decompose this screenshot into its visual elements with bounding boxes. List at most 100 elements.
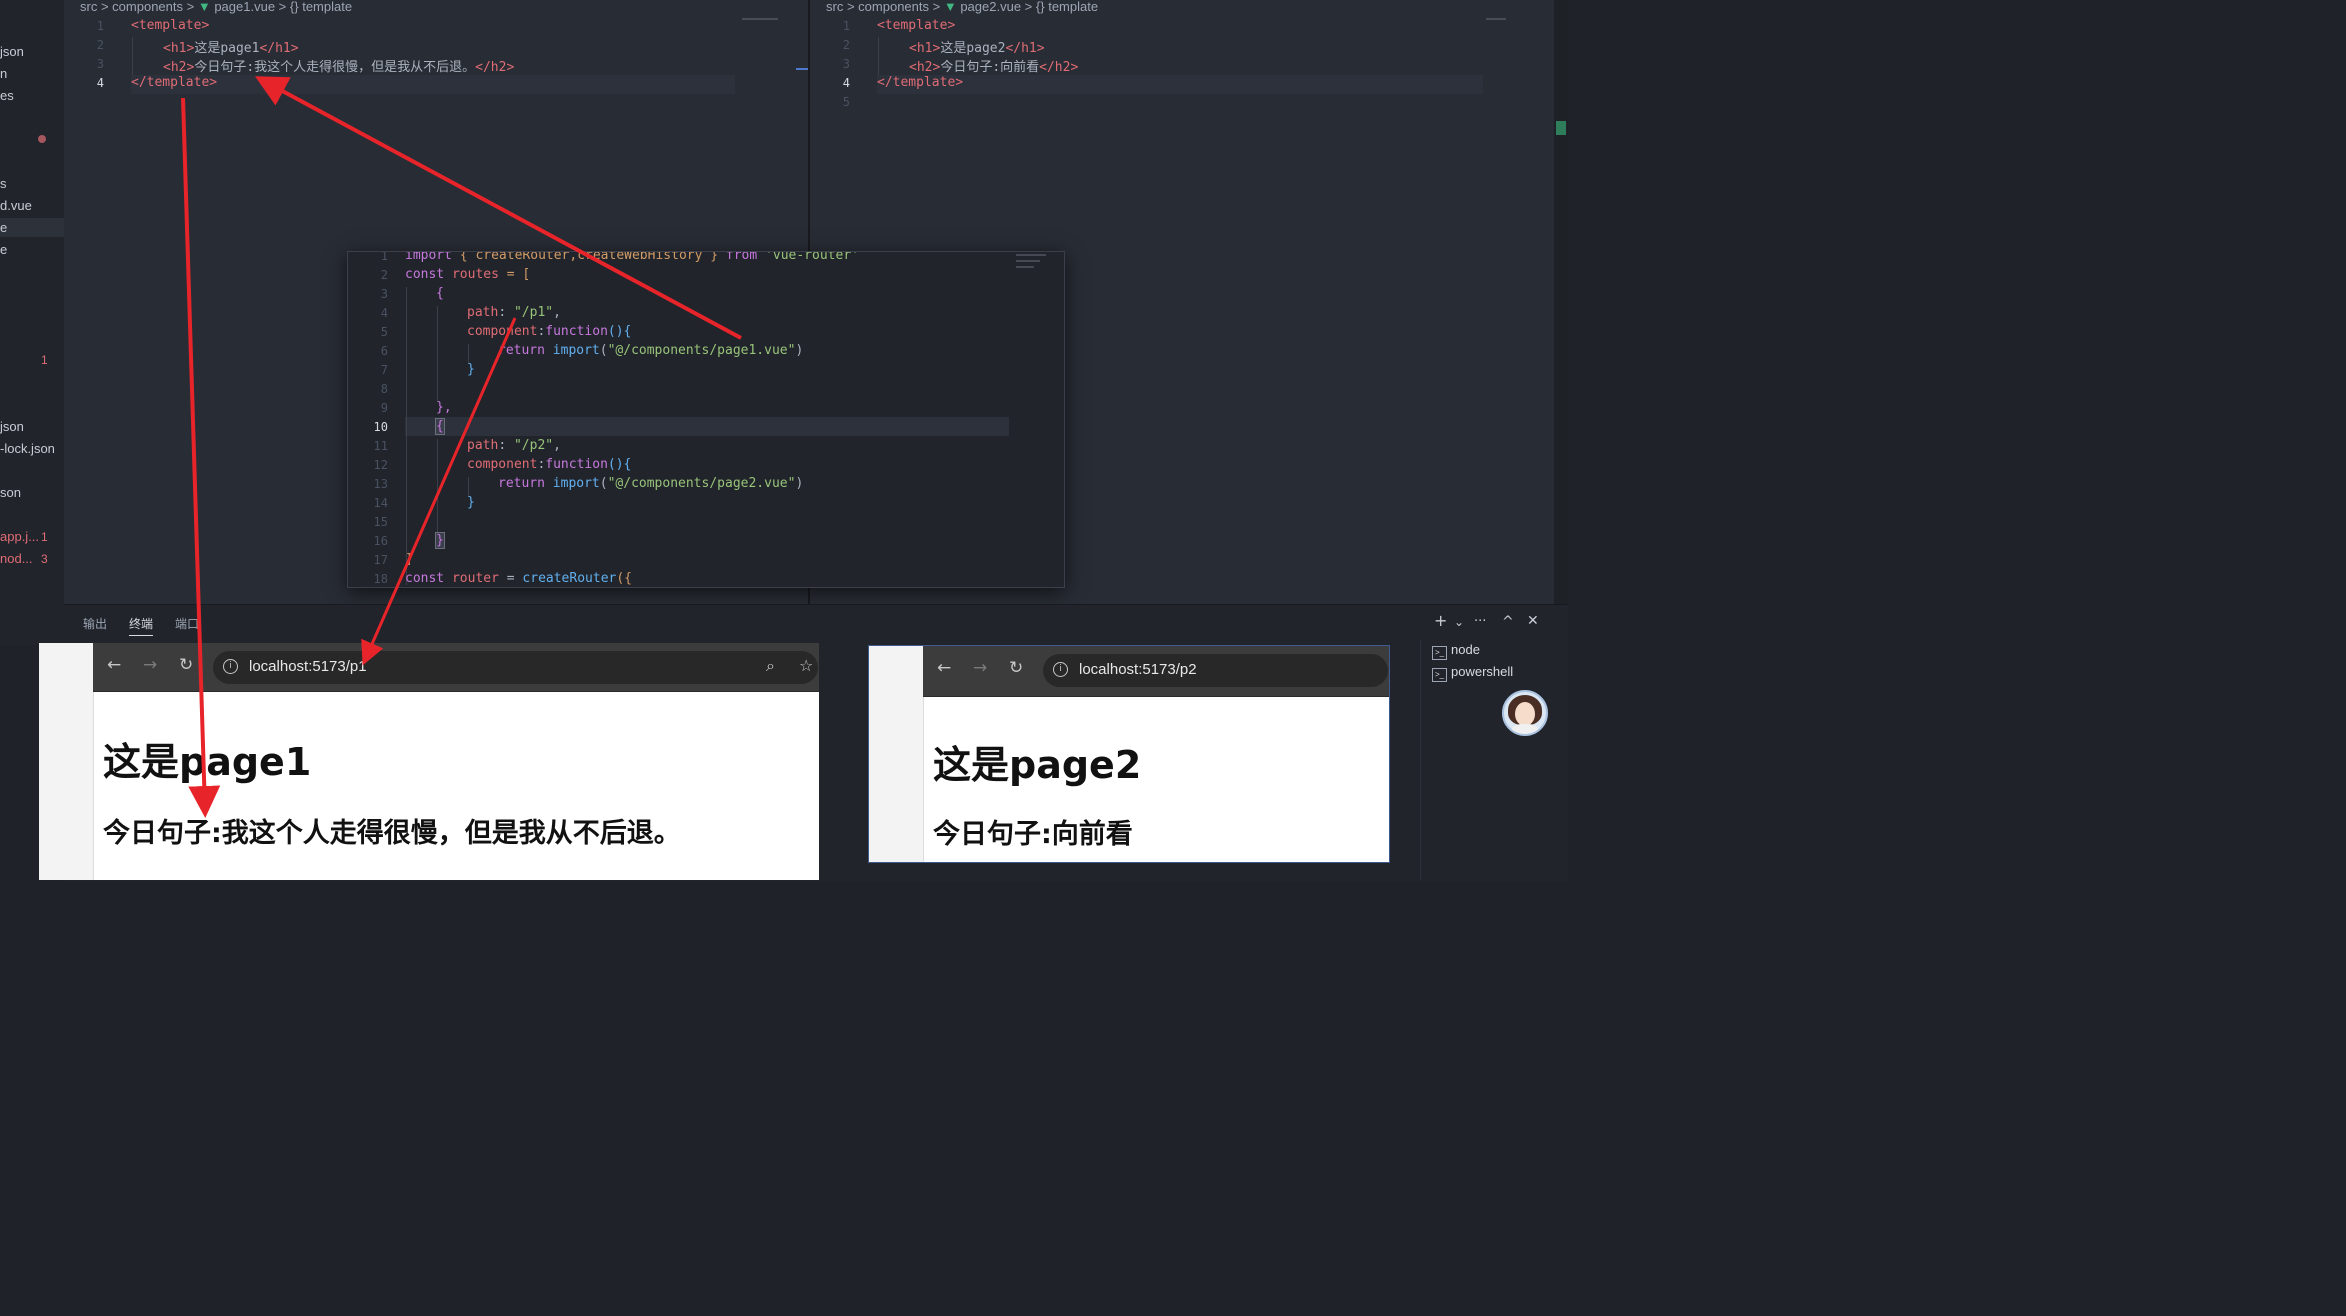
code-line[interactable]: ]: [405, 552, 413, 567]
code-token: path: [467, 438, 499, 453]
breadcrumb-file[interactable]: page1.vue: [214, 0, 275, 14]
terminal-label: powershell: [1451, 664, 1514, 679]
explorer-item[interactable]: app.j...: [0, 529, 39, 544]
code-line[interactable]: <h1>这是page1</h1>: [163, 37, 299, 56]
line-number: 5: [380, 325, 388, 339]
terminal-item-node[interactable]: >_ node: [1432, 642, 1480, 660]
address-bar[interactable]: i localhost:5173/p2: [1043, 654, 1388, 687]
bookmark-star-icon[interactable]: ☆: [799, 656, 813, 675]
explorer-item[interactable]: nod...: [0, 551, 33, 566]
code-line[interactable]: const routes = [: [405, 267, 530, 282]
tab-ports[interactable]: 端口: [175, 615, 199, 632]
explorer-item[interactable]: e: [0, 242, 7, 257]
code-line[interactable]: const router = createRouter({: [405, 571, 632, 586]
browser-side-strip: [869, 646, 924, 862]
explorer-item[interactable]: d.vue: [0, 198, 32, 213]
code-line[interactable]: </template>: [877, 75, 963, 90]
forward-arrow-icon[interactable]: →: [973, 658, 987, 678]
add-terminal-button[interactable]: +: [1434, 611, 1447, 630]
url-text[interactable]: localhost:5173/p2: [1079, 661, 1197, 678]
explorer-item[interactable]: json: [0, 44, 24, 59]
explorer-item[interactable]: s: [0, 176, 7, 191]
breadcrumb-src[interactable]: src: [80, 0, 97, 14]
code-line[interactable]: path: "/p2",: [467, 438, 561, 453]
code-token: component: [467, 457, 538, 472]
code-line[interactable]: component:function(){: [467, 324, 631, 339]
code-token: path: [467, 305, 499, 320]
explorer-item[interactable]: json: [0, 419, 24, 434]
indent-guide: [878, 37, 879, 75]
breadcrumb: src > components > ▼ page1.vue > {} temp…: [80, 0, 353, 14]
minimap[interactable]: [1016, 260, 1040, 262]
assistant-avatar[interactable]: [1502, 690, 1548, 736]
code-line[interactable]: return import("@/components/page1.vue"): [498, 343, 803, 358]
code-line[interactable]: <h2>今日句子:我这个人走得很慢，但是我从不后退。</h2>: [163, 56, 514, 75]
breadcrumb-components[interactable]: components: [112, 0, 183, 14]
explorer-item[interactable]: n: [0, 66, 7, 81]
code-line[interactable]: component:function(){: [467, 457, 631, 472]
reload-icon[interactable]: ↻: [1009, 658, 1023, 678]
line-number: 13: [373, 477, 388, 491]
explorer-selection: [0, 218, 64, 237]
router-editor-popup[interactable]: 1 2 3 4 5 6 7 8 9 10 11 12 13 14 15 16 17 18 import { cre…: [347, 251, 1065, 588]
line-number: 11: [373, 439, 388, 453]
forward-arrow-icon[interactable]: →: [143, 655, 157, 675]
code-token: component: [467, 324, 538, 339]
reload-icon[interactable]: ↻: [179, 655, 193, 675]
minimap[interactable]: [742, 18, 778, 20]
code-line[interactable]: return import("@/components/page2.vue"): [498, 476, 803, 491]
code-token: const: [405, 571, 445, 586]
tab-terminal[interactable]: 终端: [129, 615, 154, 636]
site-info-icon[interactable]: i: [1053, 662, 1068, 677]
code-line[interactable]: {: [435, 418, 445, 435]
code-line[interactable]: import { createRouter,createWebHistory }…: [405, 252, 859, 263]
terminal-item-powershell[interactable]: >_ powershell: [1432, 664, 1513, 682]
breadcrumb-symbol[interactable]: template: [1048, 0, 1098, 14]
code-line[interactable]: }: [467, 495, 475, 510]
code-token: </h1>: [1005, 41, 1045, 56]
back-arrow-icon[interactable]: ←: [937, 658, 951, 678]
line-number: 15: [373, 515, 388, 529]
more-actions-button[interactable]: ···: [1474, 614, 1486, 629]
url-text[interactable]: localhost:5173/p1: [249, 658, 367, 675]
breadcrumb-symbol[interactable]: template: [302, 0, 352, 14]
code-line[interactable]: {: [436, 286, 444, 301]
code-token: router: [451, 571, 499, 586]
explorer-item[interactable]: -lock.json: [0, 441, 55, 456]
code-line[interactable]: }: [467, 362, 475, 377]
code-line[interactable]: <template>: [877, 18, 955, 33]
line-number: 1: [842, 19, 850, 33]
code-line[interactable]: <h2>今日句子:向前看</h2>: [909, 56, 1078, 75]
minimap[interactable]: [1486, 18, 1506, 20]
page-heading-h2: 今日句子:我这个人走得很慢，但是我从不后退。: [103, 818, 681, 849]
line-number: 4: [96, 76, 104, 90]
minimap[interactable]: [1016, 254, 1046, 256]
line-number: 10: [373, 420, 388, 434]
explorer-item[interactable]: es: [0, 88, 14, 103]
code-line[interactable]: <h1>这是page2</h1>: [909, 37, 1045, 56]
close-panel-button[interactable]: ✕: [1527, 613, 1539, 629]
code-line[interactable]: },: [436, 400, 452, 415]
code-token: import: [552, 343, 600, 358]
breadcrumb-src[interactable]: src: [826, 0, 843, 14]
code-line[interactable]: path: "/p1",: [467, 305, 561, 320]
minimap[interactable]: [1016, 266, 1034, 268]
explorer-item[interactable]: e: [0, 220, 7, 235]
breadcrumb-components[interactable]: components: [858, 0, 929, 14]
tab-output[interactable]: 输出: [83, 615, 107, 632]
code-line[interactable]: }: [435, 532, 445, 549]
address-bar[interactable]: i localhost:5173/p1 ⌕ ☆: [213, 651, 818, 684]
terminal-dropdown-button[interactable]: ⌄: [1454, 615, 1464, 629]
vue-file-icon: ▼: [943, 0, 957, 14]
explorer-item[interactable]: son: [0, 485, 21, 500]
code-token: function: [545, 324, 608, 339]
current-line-highlight: [131, 75, 735, 94]
back-arrow-icon[interactable]: ←: [107, 655, 121, 675]
indent-guide: [468, 477, 469, 497]
code-line[interactable]: </template>: [131, 75, 217, 90]
zoom-icon[interactable]: ⌕: [766, 656, 775, 676]
breadcrumb-file[interactable]: page2.vue: [960, 0, 1021, 14]
site-info-icon[interactable]: i: [223, 659, 238, 674]
maximize-panel-button[interactable]: ^: [1502, 614, 1514, 630]
code-line[interactable]: <template>: [131, 18, 209, 33]
